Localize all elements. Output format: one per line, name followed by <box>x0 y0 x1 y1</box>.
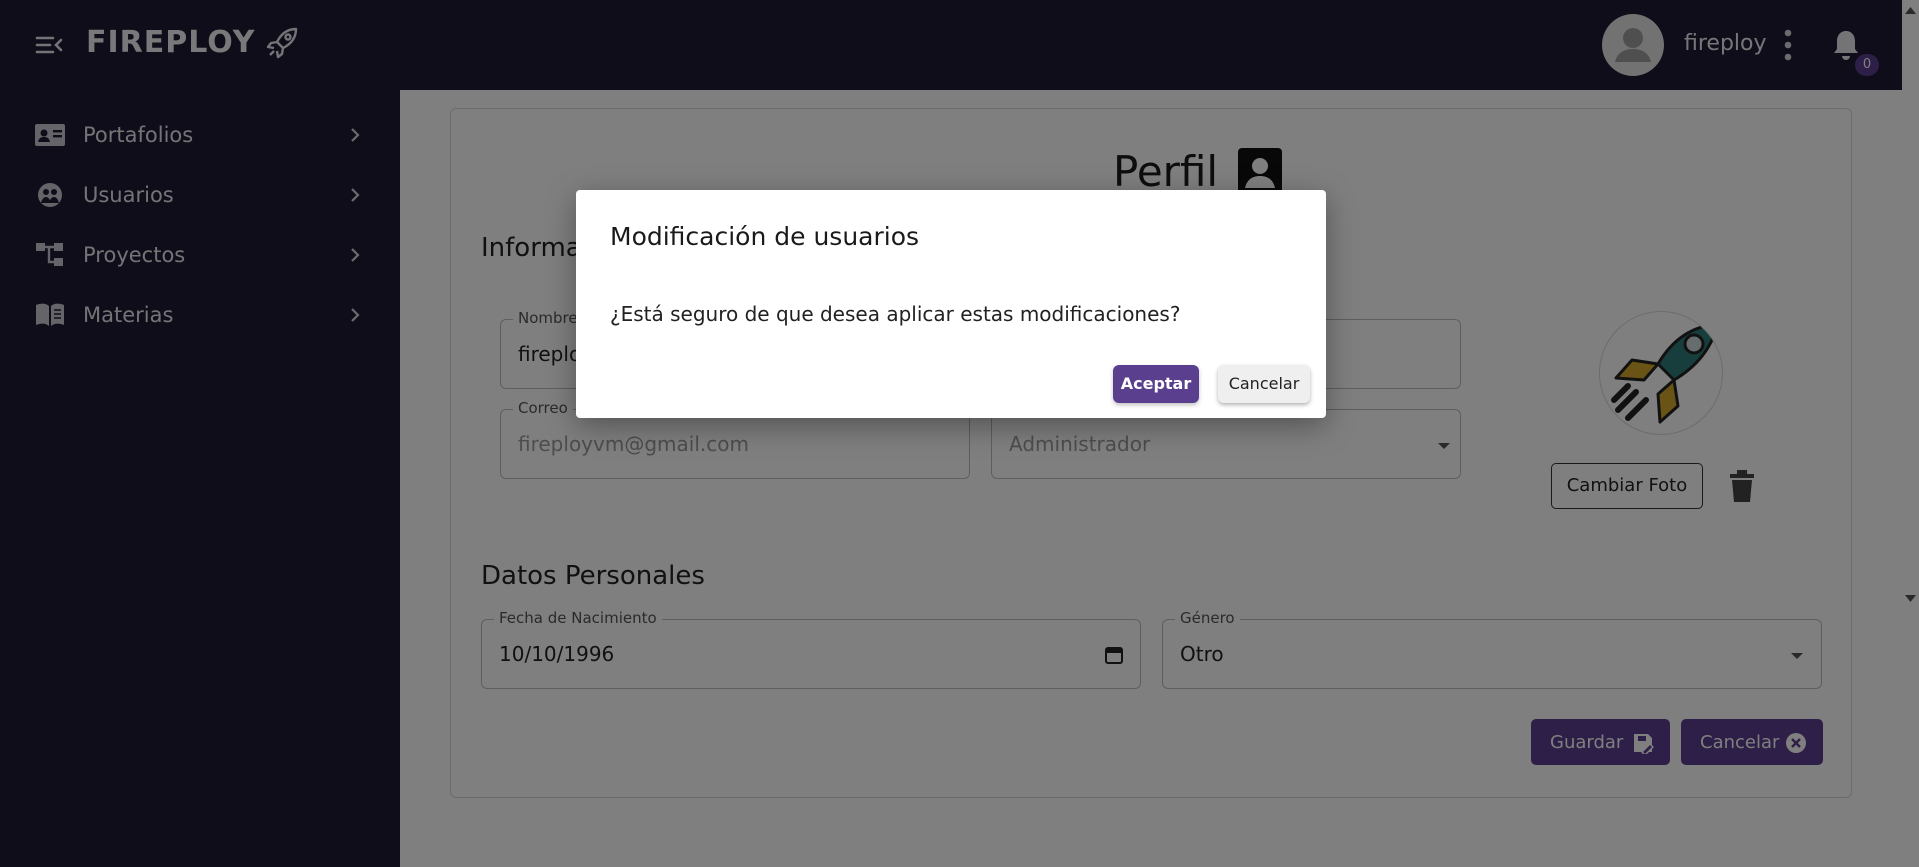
dialog-title: Modificación de usuarios <box>610 222 920 251</box>
dialog-cancel-button[interactable]: Cancelar <box>1218 365 1310 403</box>
dialog-message: ¿Está seguro de que desea aplicar estas … <box>610 302 1181 326</box>
modal-backdrop[interactable] <box>0 0 1919 867</box>
accept-button[interactable]: Aceptar <box>1113 365 1199 403</box>
confirm-dialog: Modificación de usuarios ¿Está seguro de… <box>576 190 1326 418</box>
